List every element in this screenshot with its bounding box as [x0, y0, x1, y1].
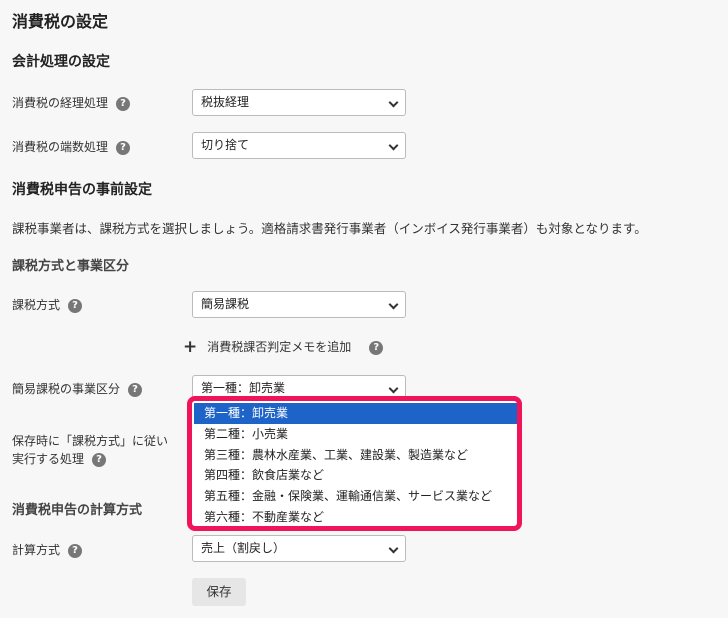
subtitle-method: 課税方式と事業区分 — [12, 259, 130, 274]
save-button[interactable]: 保存 — [192, 578, 246, 606]
dropdown-option[interactable]: 第三種：農林水産業、工業、建設業、製造業など — [194, 445, 517, 466]
help-icon[interactable]: ? — [128, 382, 143, 397]
chevron-down-icon — [388, 543, 399, 554]
add-memo-link[interactable]: + 消費税課否判定メモを追加? — [183, 337, 384, 357]
page-title: 消費税の設定 — [12, 12, 109, 31]
rounding-select[interactable]: 切り捨て — [192, 132, 406, 159]
on-save-label-line2: 実行する処理 — [12, 452, 85, 466]
chevron-down-icon — [388, 299, 399, 310]
help-icon[interactable]: ? — [68, 298, 83, 313]
chevron-down-icon — [388, 140, 399, 151]
rounding-label: 消費税の端数処理 — [12, 140, 109, 154]
tax-method-row-label: 課税方式? — [12, 296, 83, 313]
tax-accounting-value: 税抜経理 — [201, 95, 250, 109]
help-icon[interactable]: ? — [116, 140, 131, 155]
on-save-label-line1: 保存時に「課税方式」に従い — [12, 434, 169, 448]
business-category-dropdown: 第一種：卸売業 第二種：小売業 第三種：農林水産業、工業、建設業、製造業など 第… — [187, 396, 522, 531]
tax-accounting-row-label: 消費税の経理処理? — [12, 94, 131, 111]
tax-method-label: 課税方式 — [12, 298, 61, 312]
section-title-accounting: 会計処理の設定 — [12, 54, 110, 70]
help-icon[interactable]: ? — [116, 96, 131, 111]
business-category-label: 簡易課税の事業区分 — [12, 382, 121, 396]
calc-method-row-label: 計算方式? — [12, 541, 83, 558]
declaration-description: 課税事業者は、課税方式を選択しましょう。適格請求書発行事業者（インボイス発行事業… — [12, 221, 647, 236]
help-icon[interactable]: ? — [92, 452, 107, 467]
subtitle-calc: 消費税申告の計算方式 — [12, 503, 143, 518]
tax-accounting-label: 消費税の経理処理 — [12, 96, 109, 110]
add-memo-label: 消費税課否判定メモを追加 — [207, 340, 352, 354]
business-category-value: 第一種：卸売業 — [201, 381, 286, 395]
calc-method-value: 売上（割戻し） — [201, 541, 286, 555]
chevron-down-icon — [388, 383, 399, 394]
section-title-declaration: 消費税申告の事前設定 — [12, 182, 152, 198]
tax-method-value: 簡易課税 — [201, 297, 250, 311]
dropdown-option[interactable]: 第二種：小売業 — [194, 424, 517, 445]
calc-method-select[interactable]: 売上（割戻し） — [192, 535, 406, 562]
help-icon[interactable]: ? — [369, 340, 384, 355]
rounding-row-label: 消費税の端数処理? — [12, 138, 131, 155]
chevron-down-icon — [388, 97, 399, 108]
dropdown-option[interactable]: 第五種：金融・保険業、運輸通信業、サービス業など — [194, 486, 517, 507]
plus-icon: + — [183, 337, 198, 357]
help-icon[interactable]: ? — [68, 543, 83, 558]
dropdown-option[interactable]: 第一種：卸売業 — [194, 403, 517, 424]
rounding-value: 切り捨て — [201, 138, 250, 152]
tax-method-select[interactable]: 簡易課税 — [192, 291, 406, 318]
dropdown-option[interactable]: 第六種：不動産業など — [194, 507, 517, 528]
calc-method-label: 計算方式 — [12, 543, 61, 557]
dropdown-option[interactable]: 第四種：飲食店業など — [194, 465, 517, 486]
tax-accounting-select[interactable]: 税抜経理 — [192, 89, 406, 116]
business-category-row-label: 簡易課税の事業区分? — [12, 380, 143, 397]
on-save-label: 保存時に「課税方式」に従い 実行する処理? — [12, 432, 168, 468]
